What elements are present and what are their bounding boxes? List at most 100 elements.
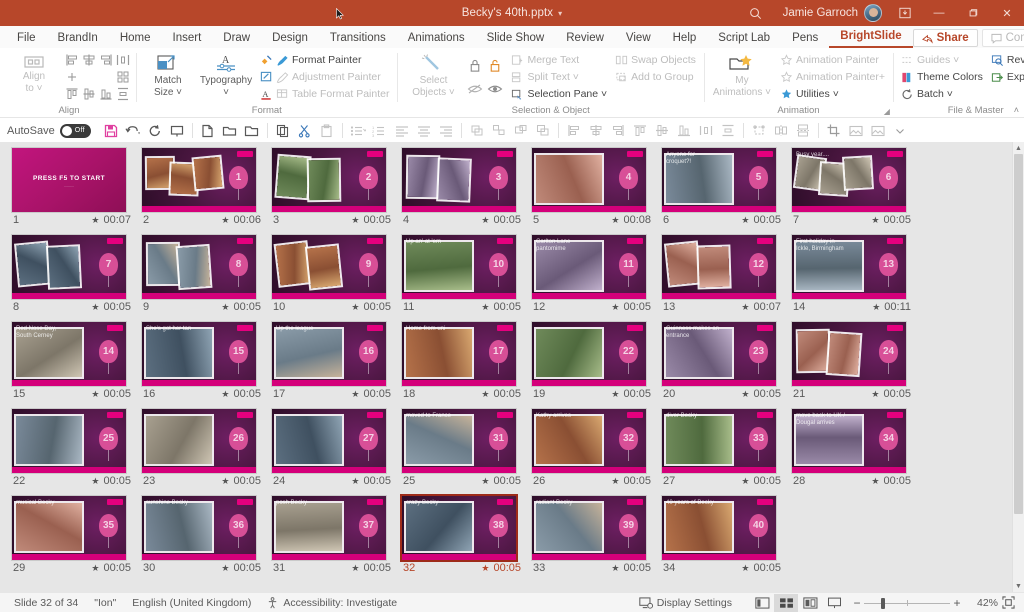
tab-help[interactable]: Help xyxy=(662,30,708,48)
slide-timing[interactable]: ★ 00:05 xyxy=(221,388,261,400)
slide-thumbnail-cell[interactable]: 22 19 ★ 00:05 xyxy=(532,322,654,400)
slide-thumbnail-cell[interactable]: 25 22 ★ 00:05 xyxy=(12,409,134,487)
align-center-h-icon[interactable] xyxy=(80,52,97,69)
tab-file[interactable]: File xyxy=(6,30,47,48)
transition-star-icon[interactable]: ★ xyxy=(351,563,359,574)
tab-view[interactable]: View xyxy=(615,30,662,48)
share-button[interactable]: Share xyxy=(912,29,978,47)
animation-painter-plus-button[interactable]: Animation Painter+ xyxy=(777,69,888,85)
merge-text-button[interactable]: Merge Text xyxy=(508,52,610,68)
slide-timing[interactable]: ★ 00:08 xyxy=(611,214,651,226)
transition-star-icon[interactable]: ★ xyxy=(871,215,879,226)
slide-thumbnail[interactable]: 26 xyxy=(142,409,256,473)
slide-thumbnail-cell[interactable]: 24 21 ★ 00:05 xyxy=(792,322,914,400)
vertical-scrollbar[interactable]: ▲ ▼ xyxy=(1012,142,1024,592)
slide-timing[interactable]: ★ 00:05 xyxy=(741,475,781,487)
tab-brightslide[interactable]: BrightSlide xyxy=(829,28,913,48)
adjustment-painter-button[interactable]: Adjustment Painter xyxy=(257,69,392,85)
slide-thumbnail[interactable]: radiant Becky 39 xyxy=(532,496,646,560)
utilities-button[interactable]: Utilities ˅ xyxy=(777,86,888,102)
transition-star-icon[interactable]: ★ xyxy=(351,302,359,313)
start-slideshow-icon[interactable] xyxy=(166,120,188,142)
slide-thumbnail-cell[interactable]: 12 13 ★ 00:07 xyxy=(662,235,784,313)
slide-timing[interactable]: ★ 00:05 xyxy=(91,475,131,487)
export-button[interactable]: Export ˅ xyxy=(988,69,1024,85)
zoom-out-button[interactable]: − xyxy=(850,596,864,610)
transition-star-icon[interactable]: ★ xyxy=(221,215,229,226)
slide-thumbnail-cell[interactable]: Carlton Lane pantomime 11 12 ★ 00:05 xyxy=(532,235,654,313)
transition-star-icon[interactable]: ★ xyxy=(741,302,749,313)
slide-thumbnail[interactable]: 24 xyxy=(792,322,906,386)
tab-draw[interactable]: Draw xyxy=(212,30,261,48)
transition-star-icon[interactable]: ★ xyxy=(481,389,489,400)
distribute-h-icon[interactable] xyxy=(114,52,131,69)
slide-thumbnail[interactable]: Kathy arrives 32 xyxy=(532,409,646,473)
slide-thumbnail-cell[interactable]: 40 years of Becky 40 34 ★ 00:05 xyxy=(662,496,784,574)
transition-star-icon[interactable]: ★ xyxy=(611,476,619,487)
zoom-slider-track[interactable] xyxy=(864,597,950,609)
slide-timing[interactable]: ★ 00:05 xyxy=(91,301,131,313)
close-button[interactable]: ✕ xyxy=(990,0,1024,26)
minimize-button[interactable]: — xyxy=(922,0,956,26)
slide-thumbnail-cell[interactable]: crazy Becky 38 32 ★ 00:05 xyxy=(402,496,524,574)
slide-thumbnail-cell[interactable]: Guinness makes an entrance 23 20 ★ 00:05 xyxy=(662,322,784,400)
lock-open-icon[interactable] xyxy=(486,57,503,74)
transition-star-icon[interactable]: ★ xyxy=(91,476,99,487)
slide-thumbnail[interactable]: Up the league 16 xyxy=(272,322,386,386)
slide-thumbnail[interactable]: 3 xyxy=(402,148,516,212)
slide-timing[interactable]: ★ 00:05 xyxy=(221,475,261,487)
slide-thumbnail[interactable]: diver Becky 33 xyxy=(662,409,776,473)
slide-thumbnail-cell[interactable]: 2 3 ★ 00:05 xyxy=(272,148,394,226)
slide-timing[interactable]: ★ 00:05 xyxy=(871,475,911,487)
distribute-v-icon[interactable] xyxy=(114,86,131,103)
align-middle-v-icon[interactable] xyxy=(80,86,97,103)
transition-star-icon[interactable]: ★ xyxy=(872,302,880,313)
slide-thumbnail-cell[interactable]: move back to UK / Dougal arrives 34 28 ★ 00:… xyxy=(792,409,914,487)
guides-button[interactable]: Guides ˅ xyxy=(898,52,986,68)
zoom-slider-knob[interactable] xyxy=(881,597,885,609)
split-text-button[interactable]: Split Text ˅ xyxy=(508,69,610,85)
slide-thumbnail[interactable]: First holiday in Ickle, Birmingham 13 xyxy=(792,235,906,299)
slide-thumbnail[interactable]: 1 xyxy=(142,148,256,212)
maximize-restore-button[interactable] xyxy=(956,0,990,26)
slide-thumbnail-cell[interactable]: radiant Becky 39 33 ★ 00:05 xyxy=(532,496,654,574)
slide-thumbnail-cell[interactable]: 9 10 ★ 00:05 xyxy=(272,235,394,313)
transition-star-icon[interactable]: ★ xyxy=(221,476,229,487)
fit-slide-to-window-button[interactable] xyxy=(998,595,1018,611)
lock-closed-icon[interactable] xyxy=(466,57,483,74)
slide-timing[interactable]: ★ 00:05 xyxy=(871,214,911,226)
slide-timing[interactable]: ★ 00:05 xyxy=(351,475,391,487)
slide-thumbnail[interactable]: 40 years of Becky 40 xyxy=(662,496,776,560)
transition-star-icon[interactable]: ★ xyxy=(221,389,229,400)
select-objects-button[interactable]: Select Objects ˅ xyxy=(402,50,464,104)
transition-star-icon[interactable]: ★ xyxy=(481,215,489,226)
slide-thumbnail-cell[interactable]: 1 2 ★ 00:06 xyxy=(142,148,264,226)
slide-thumbnail-cell[interactable]: 8 9 ★ 00:05 xyxy=(142,235,264,313)
slide-thumbnail[interactable]: PRESS F5 TO START ·········· xyxy=(12,148,126,212)
slide-thumbnail[interactable]: Red Nose Day, South Cerney 14 xyxy=(12,322,126,386)
slide-timing[interactable]: ★ 00:05 xyxy=(741,562,781,574)
slide-thumbnail[interactable]: 25 xyxy=(12,409,126,473)
transition-star-icon[interactable]: ★ xyxy=(221,563,229,574)
slide-thumbnail-cell[interactable]: 27 24 ★ 00:05 xyxy=(272,409,394,487)
transition-star-icon[interactable]: ★ xyxy=(611,389,619,400)
transition-star-icon[interactable]: ★ xyxy=(871,389,879,400)
autosave-toggle[interactable]: Off xyxy=(59,123,91,138)
slide-timing[interactable]: ★ 00:05 xyxy=(351,301,391,313)
slide-thumbnail[interactable]: 8 xyxy=(142,235,256,299)
slide-thumbnail[interactable]: 27 xyxy=(272,409,386,473)
slide-thumbnail-cell[interactable]: moved to France 31 25 ★ 00:05 xyxy=(402,409,524,487)
transition-star-icon[interactable]: ★ xyxy=(481,563,489,574)
hide-icon[interactable] xyxy=(466,81,483,98)
slide-thumbnail[interactable]: Up an' at 'em 10 xyxy=(402,235,516,299)
animation-painter-button[interactable]: Animation Painter xyxy=(777,52,888,68)
slide-thumbnail-cell[interactable]: 7 8 ★ 00:05 xyxy=(12,235,134,313)
tab-insert[interactable]: Insert xyxy=(162,30,213,48)
slide-thumbnail[interactable]: posh Becky 37 xyxy=(272,496,386,560)
typography-button[interactable]: A Typography ˅ xyxy=(197,50,255,104)
slide-timing[interactable]: ★ 00:07 xyxy=(741,301,781,313)
align-left-icon[interactable] xyxy=(63,52,80,69)
folder-icon[interactable] xyxy=(241,120,263,142)
collapse-ribbon-icon[interactable]: ˄ xyxy=(1014,105,1019,115)
swap-objects-button[interactable]: Swap Objects xyxy=(612,52,699,68)
